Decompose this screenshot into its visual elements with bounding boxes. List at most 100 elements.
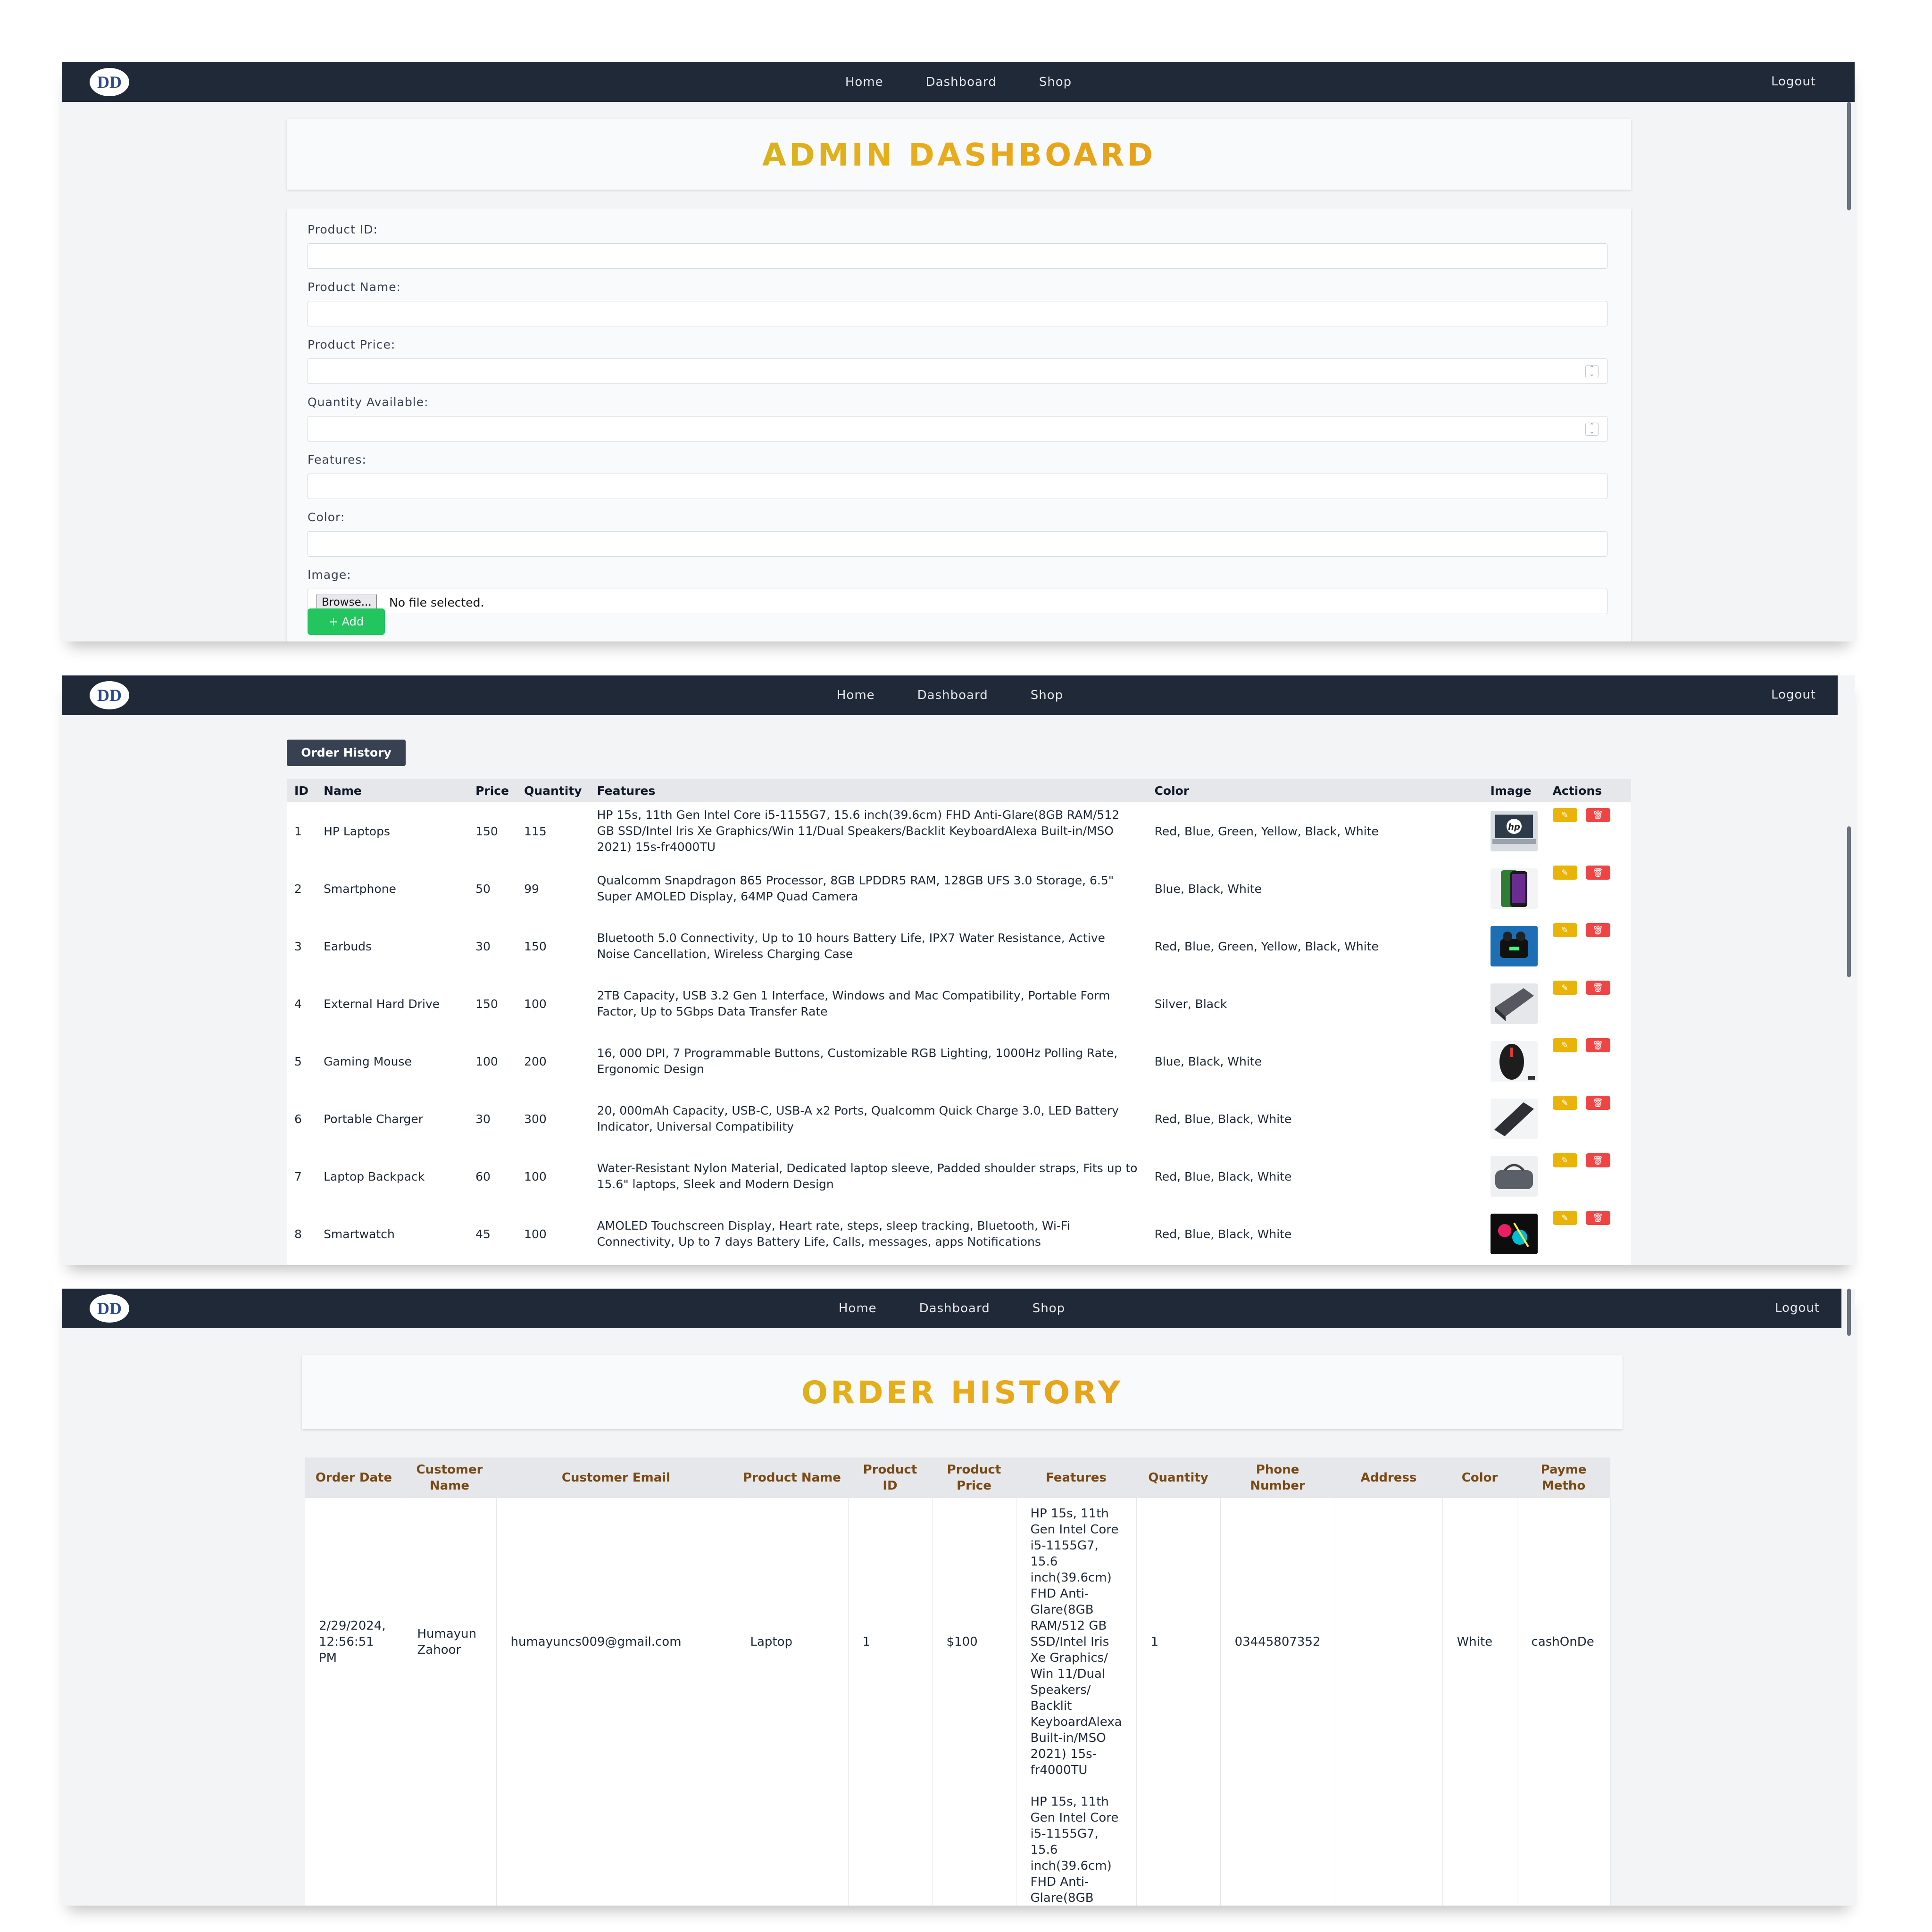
nav-shop-link[interactable]: Shop bbox=[1031, 688, 1063, 702]
delete-icon[interactable]: 🗑 bbox=[1585, 808, 1610, 822]
cell-color: Red, Blue, Green, Yellow, Black, White bbox=[1147, 917, 1483, 975]
cell-color: White bbox=[1442, 1498, 1517, 1786]
delete-icon[interactable]: 🗑 bbox=[1585, 981, 1610, 995]
features-input[interactable] bbox=[308, 474, 1607, 499]
col-price: Price bbox=[468, 779, 517, 802]
product-id-label: Product ID: bbox=[308, 223, 378, 236]
edit-icon[interactable]: ✎ bbox=[1552, 808, 1577, 822]
price-spinner-icon[interactable]: ⌃ ⌄ bbox=[1585, 365, 1599, 378]
edit-icon[interactable]: ✎ bbox=[1552, 981, 1577, 995]
product-name-input[interactable] bbox=[308, 301, 1607, 326]
table-row: 4 External Hard Drive 150 100 2TB Capacity, … bbox=[287, 975, 1631, 1033]
add-product-button[interactable]: + Add bbox=[308, 608, 385, 635]
delete-icon[interactable]: 🗑 bbox=[1585, 866, 1610, 880]
cell-features: 20, 000mAh Capacity, USB-C, USB-A x2 Por… bbox=[589, 1090, 1147, 1148]
nav-dashboard-link[interactable]: Dashboard bbox=[917, 688, 988, 702]
cell-image bbox=[1482, 1033, 1545, 1090]
edit-icon[interactable]: ✎ bbox=[1552, 1211, 1577, 1225]
title-card: ADMIN DASHBOARD bbox=[287, 119, 1631, 190]
row-actions: ✎ 🗑 bbox=[1552, 1096, 1624, 1148]
cell-features: HP 15s, 11th Gen Intel Core i5-1155G7, 1… bbox=[589, 802, 1147, 860]
cell-id: 5 bbox=[287, 1033, 316, 1090]
scrollbar[interactable] bbox=[1847, 102, 1851, 210]
col-product-id: Product ID bbox=[848, 1457, 932, 1498]
edit-icon[interactable]: ✎ bbox=[1552, 1038, 1577, 1052]
nav-home-link[interactable]: Home bbox=[845, 75, 883, 89]
cell-customer-name bbox=[403, 1786, 497, 1906]
navbar: DD Home Dashboard Shop Logout bbox=[62, 675, 1838, 715]
cell-image bbox=[1482, 1090, 1545, 1148]
product-image bbox=[1490, 1156, 1538, 1197]
edit-icon[interactable]: ✎ bbox=[1552, 1153, 1577, 1167]
quantity-spinner-icon[interactable]: ⌃ ⌄ bbox=[1585, 423, 1599, 436]
cell-customer-email: humayuncs009@gmail.com bbox=[496, 1498, 736, 1786]
order-history-screen: DD Home Dashboard Shop Logout ORDER HIST… bbox=[62, 1289, 1855, 1906]
col-phone-number: Phone Number bbox=[1220, 1457, 1335, 1498]
row-actions: ✎ 🗑 bbox=[1552, 866, 1624, 917]
cell-features: AMOLED Touchscreen Display, Heart rate, … bbox=[589, 1205, 1147, 1263]
edit-icon[interactable]: ✎ bbox=[1552, 1096, 1577, 1110]
quantity-input[interactable]: ⌃ ⌄ bbox=[308, 416, 1607, 441]
row-actions: ✎ 🗑 bbox=[1552, 1211, 1624, 1263]
product-id-input[interactable] bbox=[308, 243, 1607, 269]
cell-price: 30 bbox=[468, 917, 517, 975]
delete-icon[interactable]: 🗑 bbox=[1585, 923, 1610, 937]
delete-icon[interactable]: 🗑 bbox=[1585, 1038, 1610, 1052]
cell-color: Blue, Black, White bbox=[1147, 1033, 1483, 1090]
cell-id: 9 bbox=[287, 1263, 316, 1265]
edit-icon[interactable]: ✎ bbox=[1552, 923, 1577, 937]
color-input[interactable] bbox=[308, 531, 1607, 557]
edit-icon[interactable]: ✎ bbox=[1552, 866, 1577, 880]
cell-image bbox=[1482, 1148, 1545, 1205]
cell-payment-method: cashOnDe bbox=[1517, 1498, 1611, 1786]
cell-id: 7 bbox=[287, 1148, 316, 1205]
table-row: 3 Earbuds 30 150 Bluetooth 5.0 Connectivity,… bbox=[287, 917, 1631, 975]
product-list-screen: DD Home Dashboard Shop Logout Order Hist… bbox=[62, 675, 1855, 1265]
delete-icon[interactable]: 🗑 bbox=[1585, 1096, 1610, 1110]
nav-shop-link[interactable]: Shop bbox=[1039, 75, 1072, 89]
cell-price: 150 bbox=[468, 975, 517, 1033]
order-history-button[interactable]: Order History bbox=[287, 740, 406, 766]
table-row: 2 Smartphone 50 99 Qualcomm Snapdragon 865 P… bbox=[287, 860, 1631, 917]
product-price-input[interactable]: ⌃ ⌄ bbox=[308, 358, 1607, 384]
cell-color: Red, Blue, Green, Yellow, Black, White bbox=[1147, 802, 1483, 860]
cell-phone-number: 03445807352 bbox=[1220, 1498, 1335, 1786]
row-actions: ✎ 🗑 bbox=[1552, 1038, 1624, 1090]
logout-link[interactable]: Logout bbox=[1775, 1301, 1820, 1315]
nav-home-link[interactable]: Home bbox=[837, 688, 875, 702]
cell-quantity: 100 bbox=[516, 975, 590, 1033]
quantity-label: Quantity Available: bbox=[308, 395, 429, 409]
cell-price: 50 bbox=[468, 860, 517, 917]
delete-icon[interactable]: 🗑 bbox=[1585, 1211, 1610, 1225]
cell-color: Red, Blue, Black, White bbox=[1147, 1090, 1483, 1148]
cell-quantity: 99 bbox=[516, 860, 590, 917]
image-file-input[interactable]: Browse... No file selected. bbox=[308, 589, 1607, 614]
color-label: Color: bbox=[308, 510, 345, 524]
product-table: ID Name Price Quantity Features Color Im… bbox=[287, 779, 1631, 1265]
cell-quantity: 200 bbox=[516, 1033, 590, 1090]
table-row: 6 Portable Charger 30 300 20, 000mAh Capacit… bbox=[287, 1090, 1631, 1148]
cell-features: USB-C x2, USB-A x2, HDMI, SD Card Reader… bbox=[589, 1263, 1147, 1265]
logout-link[interactable]: Logout bbox=[1771, 688, 1816, 702]
cell-actions: ✎🗑 bbox=[1545, 1205, 1631, 1263]
cell-product-price: $100 bbox=[932, 1498, 1016, 1786]
logout-link[interactable]: Logout bbox=[1771, 75, 1816, 89]
cell-product-id bbox=[848, 1786, 933, 1906]
cell-id: 1 bbox=[287, 802, 316, 860]
cell-actions: ✎🗑 bbox=[1545, 1090, 1631, 1148]
cell-quantity: 100 bbox=[516, 1205, 590, 1263]
scrollbar[interactable] bbox=[1847, 826, 1851, 977]
cell-address bbox=[1335, 1498, 1443, 1786]
col-color: Color bbox=[1147, 779, 1483, 802]
cell-id: 8 bbox=[287, 1205, 316, 1263]
table-row: 7 Laptop Backpack 60 100 Water-Resistant Nyl… bbox=[287, 1148, 1631, 1205]
cell-name: Earbuds bbox=[316, 917, 468, 975]
nav-links: Home Dashboard Shop bbox=[62, 675, 1838, 715]
delete-icon[interactable]: 🗑 bbox=[1585, 1153, 1610, 1167]
cell-name: Laptop Backpack bbox=[316, 1148, 468, 1205]
cell-product-price bbox=[932, 1786, 1016, 1906]
nav-dashboard-link[interactable]: Dashboard bbox=[926, 75, 997, 89]
scrollbar[interactable] bbox=[1847, 1289, 1851, 1336]
product-price-label: Product Price: bbox=[308, 338, 396, 351]
cell-phone-number bbox=[1220, 1786, 1335, 1906]
